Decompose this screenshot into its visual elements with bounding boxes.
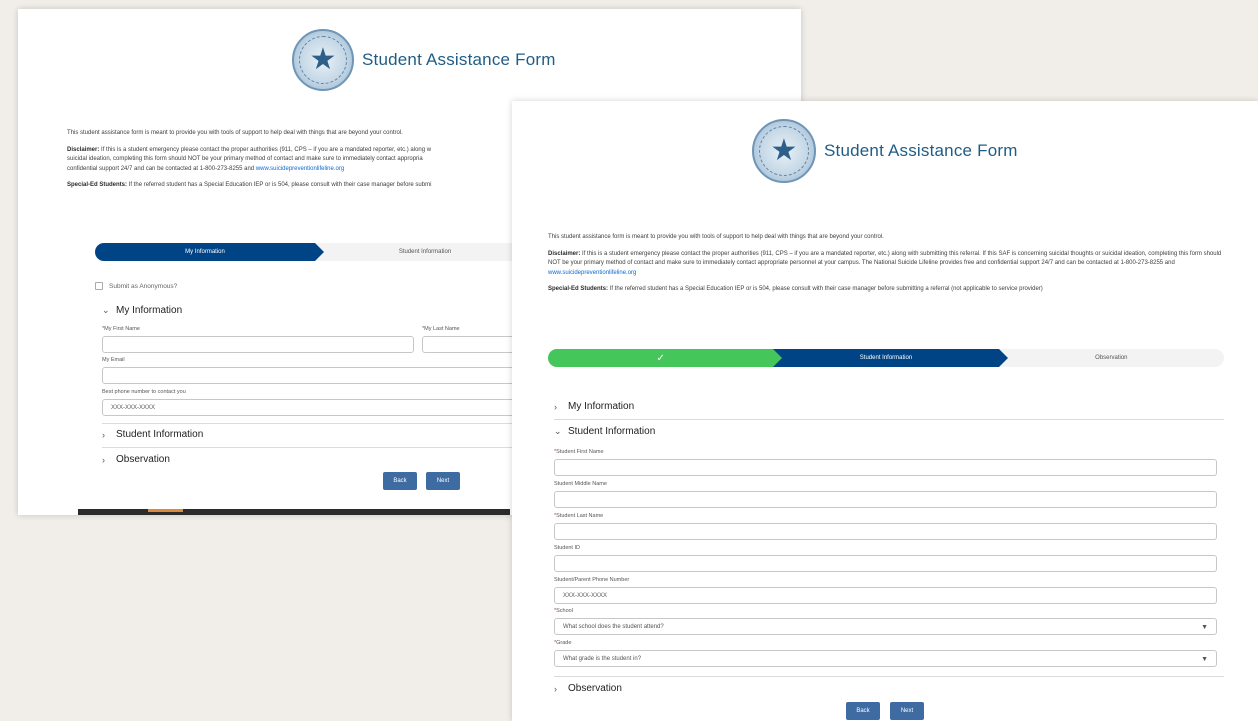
page-title: Student Assistance Form: [824, 141, 1018, 160]
disclaimer: Disclaimer: If this is a student emergen…: [548, 250, 1222, 276]
page-title: Student Assistance Form: [362, 50, 556, 69]
chevron-right-icon: ›: [102, 454, 105, 465]
section-student-information[interactable]: › Student Information: [102, 429, 203, 440]
student-middle-name-label: Student Middle Name: [554, 481, 607, 487]
chevron-down-icon: ⌄: [102, 305, 110, 315]
student-phone-input[interactable]: XXX-XXX-XXXX: [554, 587, 1217, 604]
form-header: ★ Student Assistance Form: [752, 119, 1018, 183]
phone-label: Best phone number to contact you: [102, 389, 186, 395]
school-seal-logo: ★: [292, 29, 354, 91]
grade-label: *Grade: [554, 640, 572, 646]
my-first-name-input[interactable]: [102, 336, 414, 353]
intro-text: This student assistance form is meant to…: [548, 233, 1228, 302]
disclaimer: Disclaimer: If this is a student emergen…: [67, 146, 432, 172]
caret-down-icon: ▼: [1201, 624, 1208, 631]
lifeline-link[interactable]: www.suicidepreventionlifeline.org: [548, 270, 636, 276]
student-last-name-input[interactable]: [554, 523, 1217, 540]
chevron-right-icon: ›: [554, 683, 557, 694]
sped-note: Special-Ed Students: If the referred stu…: [548, 286, 1043, 292]
next-button[interactable]: Next: [426, 472, 460, 490]
divider: [102, 423, 522, 424]
student-middle-name-input[interactable]: [554, 491, 1217, 508]
progress-path: ✓ Student Information Observation: [548, 349, 1224, 367]
section-observation[interactable]: › Observation: [554, 683, 622, 694]
school-label: *School: [554, 608, 573, 614]
form-header: ★ Student Assistance Form: [292, 29, 556, 91]
step-student-information[interactable]: Student Information: [315, 243, 535, 261]
divider: [554, 419, 1224, 420]
intro-line: This student assistance form is meant to…: [548, 234, 884, 240]
divider: [554, 676, 1224, 677]
intro-text: This student assistance form is meant to…: [67, 129, 537, 198]
caret-down-icon: ▼: [1201, 656, 1208, 663]
divider: [102, 447, 522, 448]
chevron-right-icon: ›: [554, 401, 557, 412]
phone-label: Student/Parent Phone Number: [554, 577, 630, 583]
student-id-input[interactable]: [554, 555, 1217, 572]
back-button[interactable]: Back: [383, 472, 417, 490]
anonymous-checkbox-row[interactable]: Submit as Anonymous?: [95, 282, 177, 290]
check-icon: ✓: [656, 352, 665, 364]
taskbar-strip: [78, 509, 510, 515]
chevron-down-icon: ⌄: [554, 426, 562, 436]
my-email-input[interactable]: [102, 367, 522, 384]
student-first-name-input[interactable]: [554, 459, 1217, 476]
anonymous-checkbox[interactable]: [95, 282, 103, 290]
grade-select[interactable]: What grade is the student in? ▼: [554, 650, 1217, 667]
step-student-information[interactable]: Student Information: [773, 349, 1008, 367]
chevron-right-icon: ›: [102, 429, 105, 440]
lifeline-link[interactable]: www.suicidepreventionlifeline.org: [256, 166, 344, 172]
next-button[interactable]: Next: [890, 702, 924, 720]
progress-path: My Information Student Information: [95, 243, 535, 261]
anonymous-label: Submit as Anonymous?: [109, 282, 178, 290]
sped-note: Special-Ed Students: If the referred stu…: [67, 182, 432, 188]
school-select[interactable]: What school does the student attend? ▼: [554, 618, 1217, 635]
step-my-information[interactable]: ✓: [548, 349, 783, 367]
section-my-information[interactable]: › My Information: [554, 401, 634, 412]
my-last-name-input[interactable]: [422, 336, 522, 353]
first-name-label: *My First Name: [102, 326, 140, 332]
section-observation[interactable]: › Observation: [102, 454, 170, 465]
back-button[interactable]: Back: [846, 702, 880, 720]
student-last-name-label: *Student Last Name: [554, 513, 604, 519]
school-seal-logo: ★: [752, 119, 816, 183]
section-my-information[interactable]: ⌄ My Information: [102, 305, 182, 316]
screenshot-student-information: ★ Student Assistance Form This student a…: [512, 101, 1258, 721]
step-observation[interactable]: Observation: [998, 349, 1224, 367]
my-phone-input[interactable]: XXX-XXX-XXXX: [102, 399, 522, 416]
student-first-name-label: *Student First Name: [554, 449, 604, 455]
email-label: My Email: [102, 357, 125, 363]
intro-line: This student assistance form is meant to…: [67, 130, 403, 136]
step-my-information[interactable]: My Information: [95, 243, 324, 261]
section-student-information[interactable]: ⌄ Student Information: [554, 426, 655, 437]
last-name-label: *My Last Name: [422, 326, 460, 332]
student-id-label: Student ID: [554, 545, 580, 551]
